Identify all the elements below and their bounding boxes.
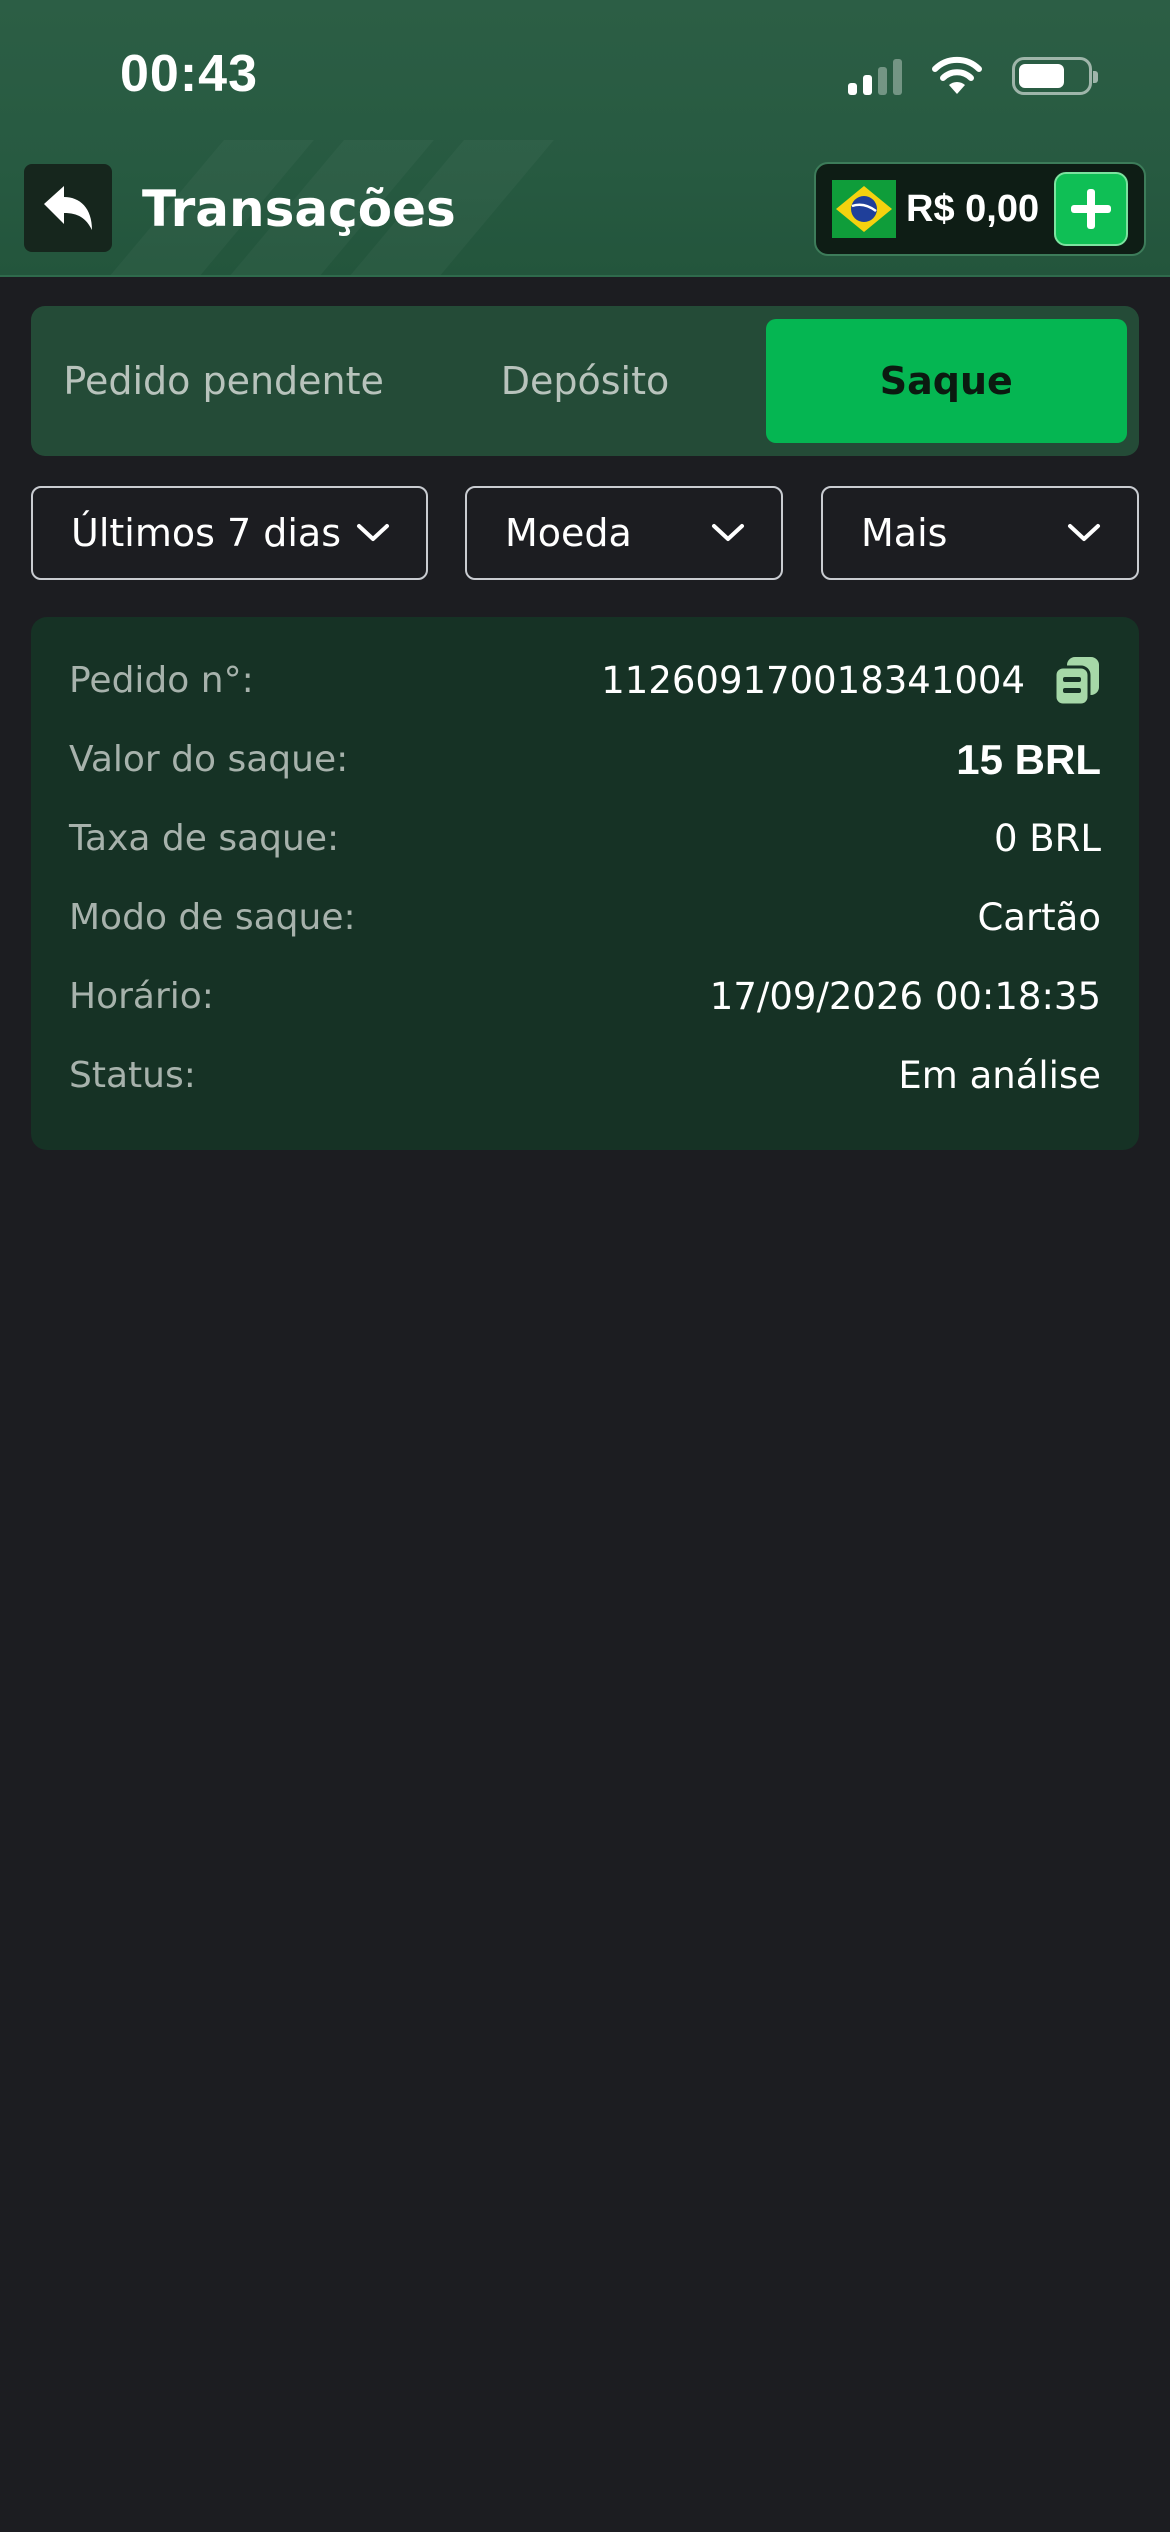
back-arrow-icon — [44, 186, 92, 230]
app-header: 00:43 Transações R$ 0,00 — [0, 0, 1170, 277]
more-filter-label: Mais — [861, 511, 948, 555]
status-label: Status: — [69, 1055, 196, 1096]
balance-amount: R$ 0,00 — [906, 187, 1040, 230]
battery-icon — [1012, 57, 1098, 95]
chevron-down-icon — [1068, 524, 1100, 541]
withdrawal-mode-row: Modo de saque: Cartão — [69, 878, 1101, 957]
transaction-card: Pedido n°: 112609170018341004 Valor do s… — [31, 617, 1139, 1150]
order-number-value-wrap: 112609170018341004 — [601, 655, 1101, 707]
withdrawal-amount-label: Valor do saque: — [69, 739, 349, 780]
withdrawal-mode-value: Cartão — [977, 896, 1101, 939]
wifi-icon — [932, 56, 982, 94]
status-time: 00:43 — [120, 45, 258, 103]
page-title: Transações — [142, 180, 456, 238]
copy-icon[interactable] — [1053, 655, 1101, 707]
chevron-down-icon — [712, 524, 744, 541]
period-filter-dropdown[interactable]: Últimos 7 dias — [31, 486, 428, 580]
tab-withdrawal[interactable]: Saque — [765, 319, 1127, 443]
brazil-flag-icon[interactable] — [832, 180, 896, 238]
filter-bar: Últimos 7 dias Moeda Mais — [31, 486, 1139, 580]
withdrawal-fee-row: Taxa de saque: 0 BRL — [69, 799, 1101, 878]
withdrawal-amount-row: Valor do saque: 15 BRL — [69, 720, 1101, 799]
order-number-row: Pedido n°: 112609170018341004 — [69, 641, 1101, 720]
add-funds-button[interactable] — [1054, 172, 1128, 246]
currency-filter-dropdown[interactable]: Moeda — [465, 486, 783, 580]
plus-icon — [1071, 189, 1111, 229]
withdrawal-mode-label: Modo de saque: — [69, 897, 356, 938]
time-row: Horário: 17/09/2026 00:18:35 — [69, 957, 1101, 1036]
transaction-type-tabs: Pedido pendente Depósito Saque — [31, 306, 1139, 456]
currency-filter-label: Moeda — [505, 511, 632, 555]
period-filter-label: Últimos 7 dias — [71, 511, 341, 555]
time-value: 17/09/2026 00:18:35 — [709, 975, 1101, 1018]
order-number-label: Pedido n°: — [69, 660, 254, 701]
status-icons — [848, 56, 1098, 96]
balance-widget: R$ 0,00 — [814, 162, 1146, 256]
chevron-down-icon — [357, 524, 389, 541]
cellular-signal-icon — [848, 57, 902, 95]
order-number-value: 112609170018341004 — [601, 659, 1025, 702]
withdrawal-amount-value: 15 BRL — [956, 735, 1101, 783]
back-button[interactable] — [24, 164, 112, 252]
withdrawal-fee-label: Taxa de saque: — [69, 818, 340, 859]
status-value: Em análise — [898, 1054, 1101, 1097]
tab-deposit[interactable]: Depósito — [404, 319, 765, 443]
status-row: Status: Em análise — [69, 1036, 1101, 1115]
more-filter-dropdown[interactable]: Mais — [821, 486, 1139, 580]
withdrawal-fee-value: 0 BRL — [993, 817, 1101, 860]
time-label: Horário: — [69, 976, 214, 1017]
tab-pending-order[interactable]: Pedido pendente — [43, 319, 404, 443]
